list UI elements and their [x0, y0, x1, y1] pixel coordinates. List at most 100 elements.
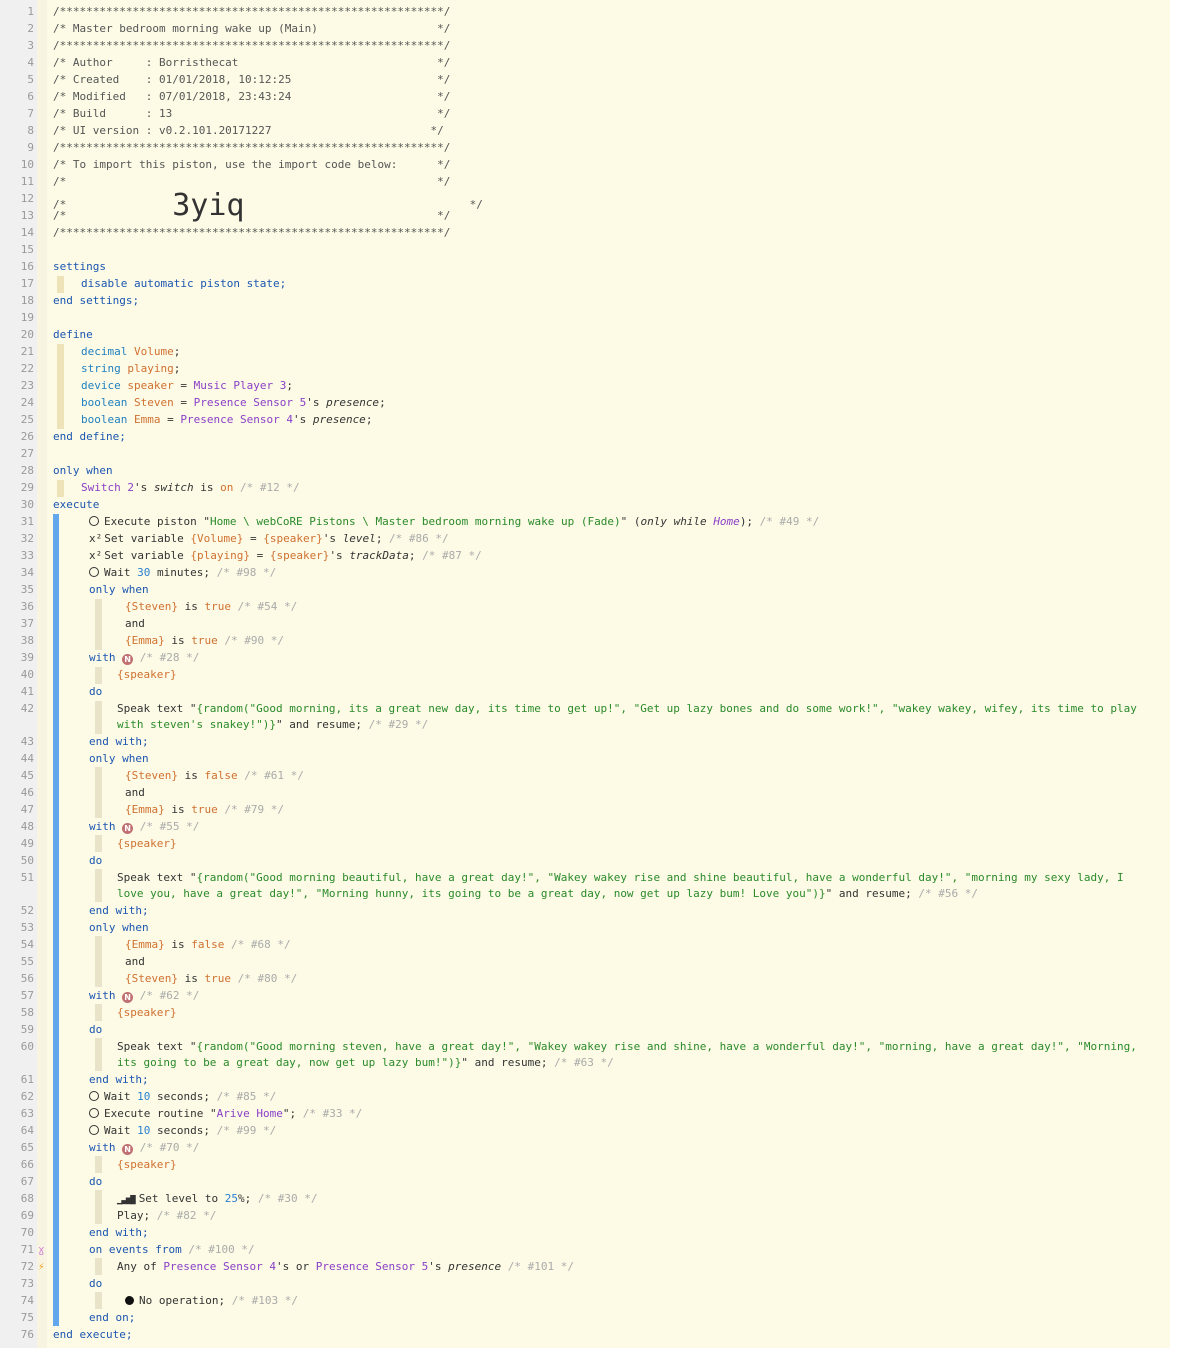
variable-definition[interactable]: string playing;: [81, 361, 1171, 377]
code-line[interactable]: 72 ⚡ Any of Presence Sensor 4's or Presenc…: [0, 1259, 1170, 1276]
condition[interactable]: {Emma} is true /* #90 */: [125, 633, 1178, 649]
wait-statement[interactable]: Wait 10 seconds; /* #99 */: [89, 1123, 1178, 1139]
statement-id: /* #49 */: [753, 515, 820, 528]
line-number: 18: [20, 294, 34, 307]
code-line[interactable]: 53 only when: [0, 920, 1170, 937]
speak-text-statement[interactable]: Speak text "{random("Good morning steven…: [117, 1039, 1147, 1071]
code-line[interactable]: 21 decimal Volume;: [0, 344, 1170, 361]
code-line[interactable]: 25 boolean Emma = Presence Sensor 4's pre…: [0, 412, 1170, 429]
code-line[interactable]: 17 disable automatic piston state;: [0, 276, 1170, 293]
code-line[interactable]: 74 No operation; /* #103 */: [0, 1293, 1170, 1310]
execute-keyword[interactable]: execute: [53, 497, 1143, 513]
wait-statement[interactable]: Wait 30 minutes; /* #98 */: [89, 565, 1178, 581]
code-line[interactable]: 29 Switch 2's switch is on /* #12 */: [0, 480, 1170, 497]
code-line[interactable]: 51 Speak text "{random("Good morning beau…: [0, 870, 1170, 903]
code-line[interactable]: 31 Execute piston "Home \ webCoRE Pistons…: [0, 514, 1170, 531]
code-line: 26 end define;: [0, 429, 1170, 446]
line-number: 24: [20, 396, 34, 409]
line-number: 75: [20, 1311, 34, 1324]
code-line[interactable]: 62 Wait 10 seconds; /* #85 */: [0, 1089, 1170, 1106]
operator: =: [173, 379, 194, 392]
on-events-statement[interactable]: on events from /* #100 */: [89, 1242, 1178, 1258]
code-line[interactable]: 22 string playing;: [0, 361, 1170, 378]
string-value: {random("Good morning beautiful, have a …: [117, 871, 1131, 900]
code-line[interactable]: 64 Wait 10 seconds; /* #99 */: [0, 1123, 1170, 1140]
code-line[interactable]: 35 only when: [0, 582, 1170, 599]
execute-piston-statement[interactable]: Execute piston "Home \ webCoRE Pistons \…: [89, 514, 1178, 530]
define-keyword[interactable]: define: [53, 327, 1143, 343]
code-line: 1 /**************************************…: [0, 4, 1170, 21]
value: true: [204, 972, 231, 985]
code-line[interactable]: 57 with N /* #62 */: [0, 988, 1170, 1005]
code-line[interactable]: 24 boolean Steven = Presence Sensor 5's p…: [0, 395, 1170, 412]
line-number: 14: [20, 226, 34, 239]
condition[interactable]: {Steven} is true /* #54 */: [125, 599, 1178, 615]
code-line[interactable]: 45 {Steven} is false /* #61 */: [0, 768, 1170, 785]
code-line[interactable]: 16 settings: [0, 259, 1170, 276]
code-line[interactable]: 68 ▁▃▅▇ Set level to 25%; /* #30 */: [0, 1191, 1170, 1208]
condition[interactable]: Switch 2's switch is on /* #12 */: [81, 480, 1171, 496]
no-operation-statement[interactable]: No operation; /* #103 */: [125, 1293, 1178, 1309]
condition[interactable]: {Steven} is true /* #80 */: [125, 971, 1178, 987]
code-line[interactable]: 33 x² Set variable {playing} = {speaker}'s…: [0, 548, 1170, 565]
line-number: 29: [20, 481, 34, 494]
device-name: Switch 2: [81, 481, 134, 494]
speak-text-statement[interactable]: Speak text "{random("Good morning, its a…: [117, 701, 1147, 733]
with-statement[interactable]: with N /* #70 */: [89, 1140, 1178, 1156]
variable-name: playing: [127, 362, 174, 375]
set-level-statement[interactable]: ▁▃▅▇ Set level to 25%; /* #30 */: [117, 1191, 1178, 1208]
set-variable-statement[interactable]: x² Set variable {Volume} = {speaker}'s le…: [89, 531, 1178, 547]
code-line[interactable]: 32 x² Set variable {Volume} = {speaker}'s …: [0, 531, 1170, 548]
line-number: 70: [20, 1226, 34, 1239]
with-statement[interactable]: with N /* #62 */: [89, 988, 1178, 1004]
code-line[interactable]: 65 with N /* #70 */: [0, 1140, 1170, 1157]
with-statement[interactable]: with N /* #28 */: [89, 650, 1178, 666]
condition[interactable]: {Emma} is false /* #68 */: [125, 937, 1178, 953]
only-when-keyword[interactable]: only when: [53, 463, 1143, 479]
condition[interactable]: {Steven} is false /* #61 */: [125, 768, 1178, 784]
settings-keyword[interactable]: settings: [53, 259, 1143, 275]
set-variable-statement[interactable]: x² Set variable {playing} = {speaker}'s t…: [89, 548, 1178, 564]
punctuation: ;: [408, 549, 416, 562]
only-when-keyword[interactable]: only when: [89, 751, 1178, 767]
punctuation: ;: [379, 396, 386, 409]
only-when-keyword[interactable]: only when: [89, 920, 1178, 936]
code-line[interactable]: 38 {Emma} is true /* #90 */: [0, 633, 1170, 650]
only-when-keyword[interactable]: only when: [89, 582, 1178, 598]
speak-text-statement[interactable]: Speak text "{random("Good morning beauti…: [117, 870, 1147, 902]
possessive: 's: [133, 481, 154, 494]
code-line[interactable]: 42 Speak text "{random("Good morning, its…: [0, 701, 1170, 734]
wait-statement[interactable]: Wait 10 seconds; /* #85 */: [89, 1089, 1178, 1105]
code-line[interactable]: 47 {Emma} is true /* #79 */: [0, 802, 1170, 819]
operator: =: [243, 532, 264, 545]
code-line[interactable]: 63 Execute routine "Arive Home"; /* #33 *…: [0, 1106, 1170, 1123]
variable-definition[interactable]: boolean Emma = Presence Sensor 4's prese…: [81, 412, 1171, 428]
code-line[interactable]: 44 only when: [0, 751, 1170, 768]
code-line[interactable]: 60 Speak text "{random("Good morning stev…: [0, 1039, 1170, 1072]
variable-definition[interactable]: decimal Volume;: [81, 344, 1171, 360]
variable-definition[interactable]: device speaker = Music Player 3;: [81, 378, 1171, 394]
string-value: Home \ webCoRE Pistons \ Master bedroom …: [209, 515, 621, 528]
code-line: 59 do: [0, 1022, 1170, 1039]
code-line[interactable]: 69 Play; /* #82 */: [0, 1208, 1170, 1225]
code-line[interactable]: 48 with N /* #55 */: [0, 819, 1170, 836]
code-line[interactable]: 39 with N /* #28 */: [0, 650, 1170, 667]
code-line[interactable]: 30 execute: [0, 497, 1170, 514]
variable-definition[interactable]: boolean Steven = Presence Sensor 5's pre…: [81, 395, 1171, 411]
event-source[interactable]: Any of Presence Sensor 4's or Presence S…: [117, 1259, 1178, 1275]
code-line[interactable]: 34 Wait 30 minutes; /* #98 */: [0, 565, 1170, 582]
code-line[interactable]: 23 device speaker = Music Player 3;: [0, 378, 1170, 395]
code-line[interactable]: 56 {Steven} is true /* #80 */: [0, 971, 1170, 988]
attribute-name: presence: [448, 1260, 502, 1273]
execute-routine-statement[interactable]: Execute routine "Arive Home"; /* #33 */: [89, 1106, 1178, 1122]
value: true: [191, 634, 218, 647]
code-line[interactable]: 20 define: [0, 327, 1170, 344]
code-line[interactable]: 28 only when: [0, 463, 1170, 480]
code-line[interactable]: 71 ɣ on events from /* #100 */: [0, 1242, 1170, 1259]
settings-statement[interactable]: disable automatic piston state;: [81, 276, 1171, 292]
code-line[interactable]: 36 {Steven} is true /* #54 */: [0, 599, 1170, 616]
condition[interactable]: {Emma} is true /* #79 */: [125, 802, 1178, 818]
code-line[interactable]: 54 {Emma} is false /* #68 */: [0, 937, 1170, 954]
with-statement[interactable]: with N /* #55 */: [89, 819, 1178, 835]
play-statement[interactable]: Play; /* #82 */: [117, 1208, 1178, 1224]
